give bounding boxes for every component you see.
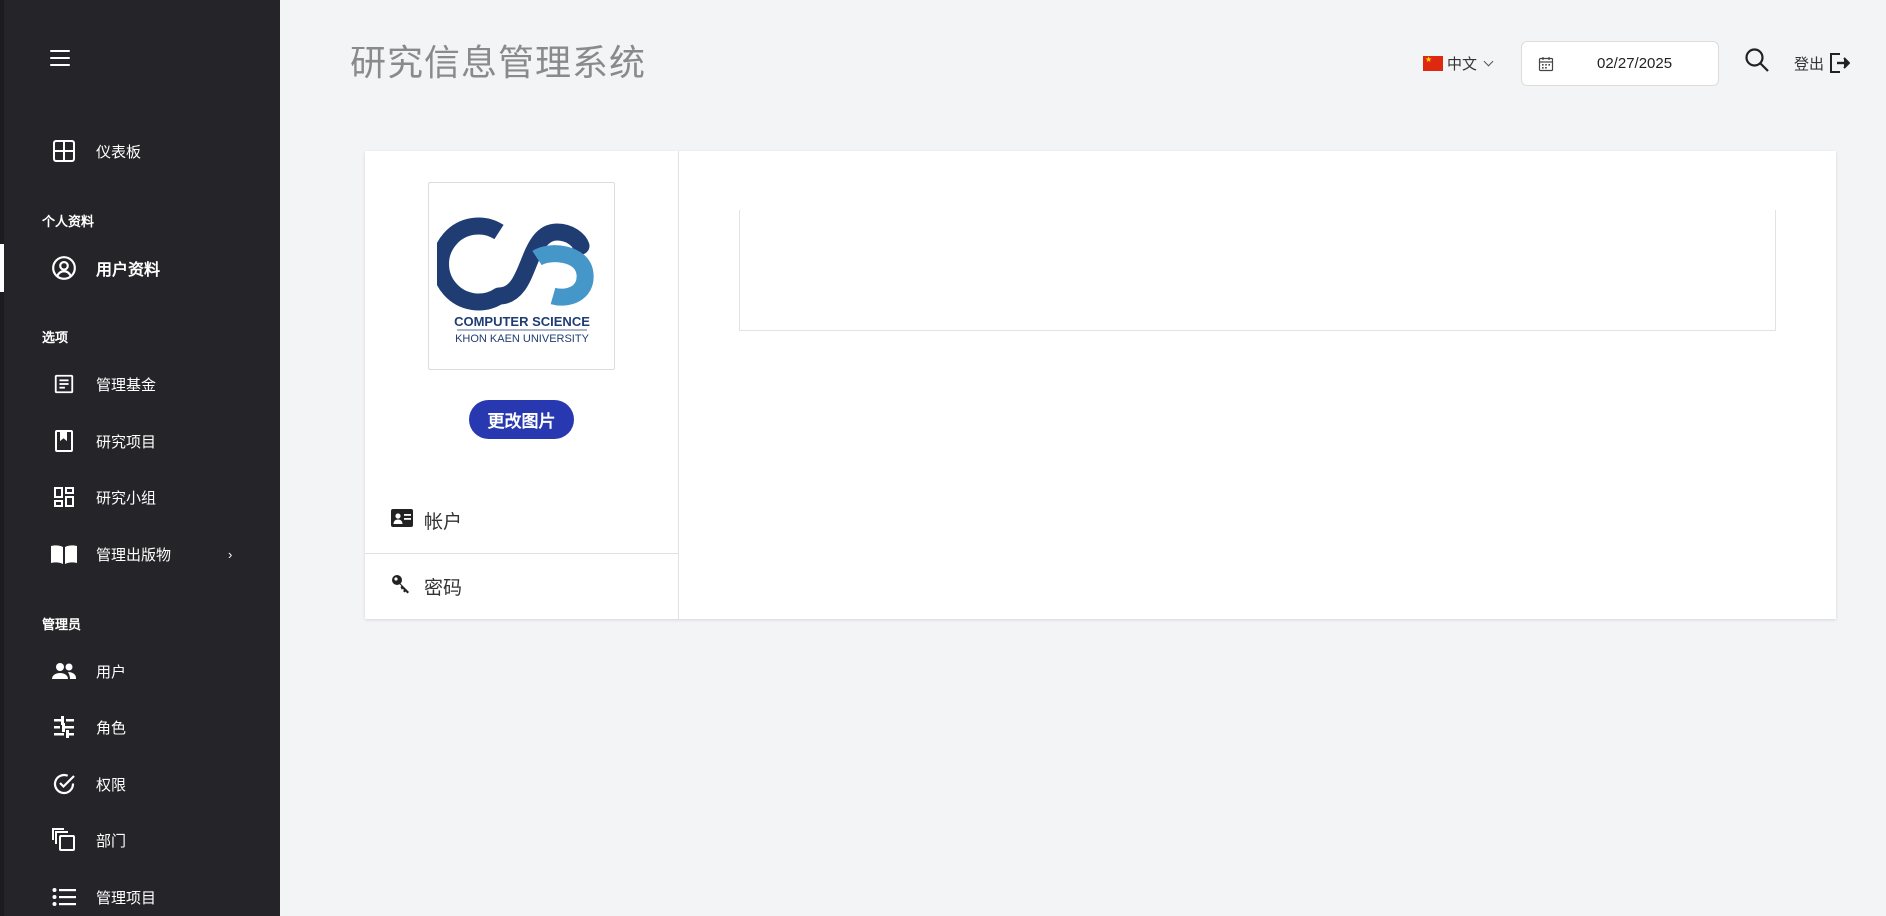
cs-kku-logo: COMPUTER SCIENCE KHON KAEN UNIVERSITY <box>436 217 594 345</box>
profile-card: COMPUTER SCIENCE KHON KAEN UNIVERSITY 更改… <box>365 151 1836 619</box>
sidebar-item-manage-funds[interactable]: 管理基金 <box>4 364 280 404</box>
section-heading-options: 选项 <box>42 330 69 345</box>
sidebar-item-label: 管理出版物 <box>96 546 172 564</box>
group-dashboard-icon <box>50 483 78 511</box>
sidebar-item-research-groups[interactable]: 研究小组 <box>4 477 280 517</box>
document-list-icon <box>50 370 78 398</box>
date-picker[interactable]: 02/27/2025 <box>1521 41 1719 86</box>
tab-content-panel <box>739 210 1776 331</box>
tab-label: 密码 <box>424 577 463 599</box>
sidebar-item-label: 仪表板 <box>96 143 142 161</box>
menu-toggle-icon[interactable] <box>50 50 70 66</box>
sidebar: 仪表板 个人资料 用户资料 选项 管理基金 研究项目 研究小组 管理出版物 › … <box>0 0 280 916</box>
date-value: 02/27/2025 <box>1597 55 1673 72</box>
open-book-icon <box>50 540 78 568</box>
logo-text-line2: KHON KAEN UNIVERSITY <box>455 333 590 345</box>
sidebar-item-label: 权限 <box>96 776 127 794</box>
copy-stack-icon <box>50 826 78 854</box>
logout-label: 登出 <box>1794 55 1825 73</box>
key-icon <box>391 574 411 599</box>
sidebar-item-label: 部门 <box>96 832 127 850</box>
roles-tune-icon <box>50 713 78 741</box>
sidebar-item-permissions[interactable]: 权限 <box>4 764 280 804</box>
sidebar-item-label: 研究小组 <box>96 489 157 507</box>
logo-text-line1: COMPUTER SCIENCE <box>454 314 590 329</box>
section-heading-profile: 个人资料 <box>42 214 95 229</box>
chevron-down-icon <box>1483 56 1494 67</box>
sidebar-item-label: 管理基金 <box>96 376 157 394</box>
sidebar-item-research-projects[interactable]: 研究项目 <box>4 421 280 461</box>
change-image-button[interactable]: 更改图片 <box>469 400 574 439</box>
logout-icon <box>1830 53 1851 73</box>
language-selector[interactable]: 中文 <box>1423 53 1494 74</box>
logout-button[interactable]: 登出 <box>1794 52 1851 74</box>
user-circle-icon <box>50 254 78 282</box>
sidebar-item-label: 角色 <box>96 719 127 737</box>
tab-password[interactable]: 密码 <box>365 553 679 619</box>
sidebar-item-manage-programs[interactable]: 管理项目 <box>4 877 280 916</box>
chevron-right-icon: › <box>228 546 233 562</box>
sidebar-item-label: 管理项目 <box>96 889 157 907</box>
bookmark-book-icon <box>50 427 78 455</box>
sidebar-item-users[interactable]: 用户 <box>4 651 280 691</box>
users-icon <box>50 657 78 685</box>
list-icon <box>50 883 78 911</box>
dashboard-grid-icon <box>50 137 78 165</box>
china-flag-icon <box>1423 55 1443 71</box>
sidebar-item-label: 用户资料 <box>96 262 161 279</box>
sidebar-item-label: 用户 <box>96 663 127 681</box>
sidebar-item-roles[interactable]: 角色 <box>4 707 280 747</box>
page-title: 研究信息管理系统 <box>350 42 647 83</box>
profile-sidebar: COMPUTER SCIENCE KHON KAEN UNIVERSITY 更改… <box>365 151 679 619</box>
sidebar-item-label: 研究项目 <box>96 433 157 451</box>
section-heading-admin: 管理员 <box>42 617 82 632</box>
tab-account[interactable]: 帐户 <box>365 487 679 553</box>
sidebar-item-departments[interactable]: 部门 <box>4 820 280 860</box>
tab-label: 帐户 <box>424 511 463 533</box>
sidebar-item-manage-publications[interactable]: 管理出版物 › <box>4 534 280 574</box>
search-icon[interactable] <box>1744 47 1770 78</box>
language-label: 中文 <box>1447 56 1478 73</box>
profile-image: COMPUTER SCIENCE KHON KAEN UNIVERSITY <box>428 182 615 370</box>
calendar-icon <box>1538 56 1554 77</box>
check-circle-icon <box>50 770 78 798</box>
sidebar-item-profile[interactable]: 用户资料 <box>0 244 280 292</box>
sidebar-item-dashboard[interactable]: 仪表板 <box>4 131 280 171</box>
id-card-icon <box>391 508 413 532</box>
